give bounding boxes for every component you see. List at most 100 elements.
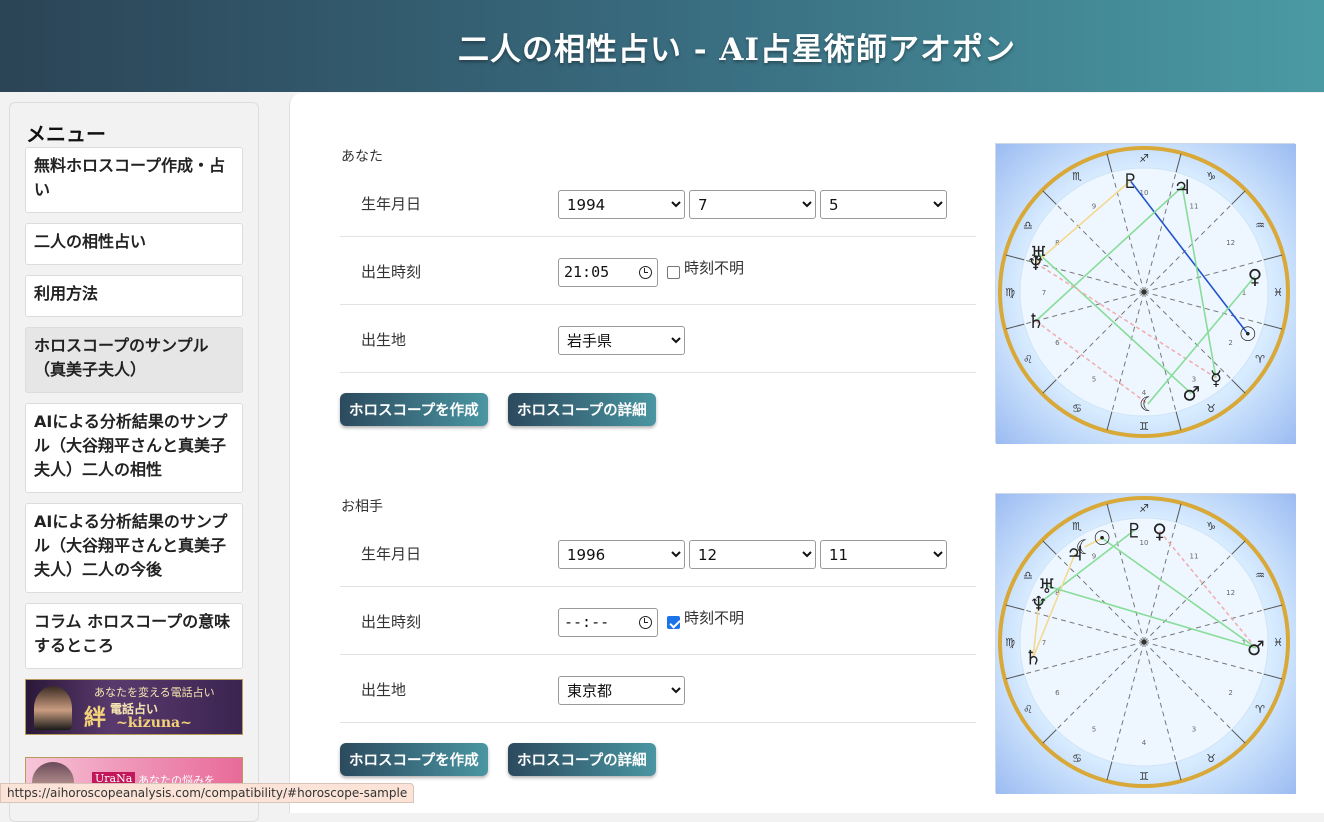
sidebar-item-free-horoscope[interactable]: 無料ホロスコープ作成・占い: [25, 147, 243, 213]
banner-tagline: あなたを変える電話占い: [94, 686, 215, 699]
house-number: 5: [1092, 376, 1096, 384]
partner-create-horoscope-button[interactable]: ホロスコープを作成: [340, 743, 488, 776]
you-time-input[interactable]: 21:05: [558, 258, 658, 287]
zodiac-sign-glyph: ♎: [1023, 569, 1033, 582]
you-heading: あなた: [341, 149, 383, 165]
zodiac-sign-glyph: ♒: [1255, 219, 1265, 232]
zodiac-sign-glyph: ♏: [1072, 170, 1082, 183]
house-number: 4: [1142, 739, 1147, 747]
you-birthplace-label: 出生地: [361, 331, 407, 349]
zodiac-sign-glyph: ♌: [1023, 703, 1033, 716]
house-number: 2: [1228, 689, 1232, 697]
divider: [340, 236, 976, 237]
partner-time-input[interactable]: --:--: [558, 608, 658, 637]
partner-month-select[interactable]: 12: [689, 540, 816, 569]
house-number: 11: [1190, 552, 1199, 560]
divider: [340, 304, 976, 305]
you-year-select[interactable]: 1994: [558, 190, 685, 219]
partner-horoscope-chart: ♐ 10 ♏ 9 ♎ 8 ♍ 7 ♌ 6 ♋ 5 ♊ 4 ♉ 3 ♈ 2 ♓ 1 ♒ 12 ♑ 11 ☉ ♇ ♀ ♃ ♅ ☾ ♆ ♄ ♂: [995, 493, 1296, 794]
planet-glyph: ♆: [1027, 251, 1045, 275]
planet-glyph: ☉: [1093, 526, 1111, 550]
zodiac-sign-glyph: ♎: [1023, 219, 1033, 232]
planet-glyph: ☉: [1239, 322, 1257, 346]
zodiac-sign-glyph: ♓: [1273, 636, 1283, 649]
page-header: 二人の相性占い - AI占星術師アオポン: [0, 0, 1324, 92]
zodiac-sign-glyph: ♍: [1005, 636, 1015, 649]
you-place-select[interactable]: 岩手県: [558, 326, 685, 355]
house-number: 5: [1092, 726, 1096, 734]
menu-title: メニュー: [26, 122, 106, 146]
partner-birthtime-label: 出生時刻: [361, 613, 422, 631]
house-number: 6: [1055, 339, 1060, 347]
chart-center: [1141, 289, 1147, 295]
house-number: 7: [1042, 289, 1046, 297]
partner-time-unknown-checkbox[interactable]: [667, 616, 680, 629]
zodiac-sign-glyph: ♐: [1139, 152, 1149, 165]
advisor-portrait-icon: [34, 686, 72, 730]
zodiac-sign-glyph: ♊: [1139, 770, 1149, 783]
house-number: 11: [1190, 202, 1199, 210]
partner-place-select[interactable]: 東京都: [558, 676, 685, 705]
zodiac-sign-glyph: ♍: [1005, 286, 1015, 299]
kizuna-ad-banner[interactable]: あなたを変える電話占い 絆 電話占い ~kizuna~: [25, 679, 243, 735]
sidebar-item-analysis-compatibility[interactable]: AIによる分析結果のサンプル（大谷翔平さんと真美子夫人）二人の相性: [25, 403, 243, 493]
divider: [340, 722, 976, 723]
zodiac-sign-glyph: ♈: [1255, 353, 1265, 366]
zodiac-sign-glyph: ♋: [1072, 752, 1082, 765]
zodiac-sign-glyph: ♉: [1206, 402, 1216, 415]
you-day-select[interactable]: 5: [820, 190, 947, 219]
chart-center: [1141, 639, 1147, 645]
house-number: 7: [1042, 639, 1046, 647]
banner-brand-kanji: 絆: [84, 705, 107, 731]
partner-birthdate-label: 生年月日: [361, 545, 422, 563]
partner-time-unknown-label: 時刻不明: [684, 609, 745, 627]
sidebar-item-column[interactable]: コラム ホロスコープの意味するところ: [25, 603, 243, 669]
planet-glyph: ♀: [1152, 519, 1167, 543]
sidebar-item-compatibility[interactable]: 二人の相性占い: [25, 223, 243, 265]
planet-glyph: ♆: [1030, 592, 1048, 616]
main-content: あなた 生年月日 1994 7 5 出生時刻 21:05 時刻不明 出生地 岩手…: [289, 93, 1324, 813]
planet-glyph: ♂: [1247, 636, 1265, 660]
sidebar-menu: メニュー 無料ホロスコープ作成・占い 二人の相性占い 利用方法 ホロスコープのサ…: [9, 102, 259, 822]
zodiac-sign-glyph: ♑: [1206, 520, 1216, 533]
planet-glyph: ♄: [1024, 646, 1042, 670]
partner-birthplace-label: 出生地: [361, 681, 407, 699]
clock-icon: [639, 616, 652, 629]
planet-glyph: ☾: [1139, 392, 1157, 416]
you-month-select[interactable]: 7: [689, 190, 816, 219]
sidebar-item-usage[interactable]: 利用方法: [25, 275, 243, 317]
link-status-bar: https://aihoroscopeanalysis.com/compatib…: [0, 783, 415, 803]
you-birthtime-label: 出生時刻: [361, 263, 422, 281]
house-number: 2: [1228, 339, 1232, 347]
zodiac-sign-glyph: ♈: [1255, 703, 1265, 716]
planet-glyph: ♇: [1121, 169, 1139, 193]
partner-year-select[interactable]: 1996: [558, 540, 685, 569]
house-number: 9: [1092, 202, 1096, 210]
planet-glyph: ♃: [1173, 175, 1191, 199]
page-title: 二人の相性占い - AI占星術師アオポン: [457, 31, 1016, 68]
you-create-horoscope-button[interactable]: ホロスコープを作成: [340, 393, 488, 426]
sidebar-item-analysis-future[interactable]: AIによる分析結果のサンプル（大谷翔平さんと真美子夫人）二人の今後: [25, 503, 243, 593]
partner-horoscope-detail-button[interactable]: ホロスコープの詳細: [508, 743, 656, 776]
divider: [340, 586, 976, 587]
partner-day-select[interactable]: 11: [820, 540, 947, 569]
planet-glyph: ☿: [1210, 366, 1222, 390]
you-birthdate-label: 生年月日: [361, 195, 422, 213]
zodiac-sign-glyph: ♋: [1072, 402, 1082, 415]
house-number: 3: [1192, 726, 1196, 734]
banner-brand-roman: ~kizuna~: [116, 715, 192, 731]
you-time-unknown-checkbox[interactable]: [667, 266, 680, 279]
zodiac-sign-glyph: ♒: [1255, 569, 1265, 582]
divider: [340, 654, 976, 655]
you-time-unknown-label: 時刻不明: [684, 259, 745, 277]
sidebar-item-horoscope-sample[interactable]: ホロスコープのサンプル（真美子夫人）: [25, 327, 243, 393]
planet-glyph: ♀: [1248, 264, 1263, 288]
partner-heading: お相手: [341, 499, 383, 515]
divider: [340, 372, 976, 373]
clock-icon: [639, 266, 652, 279]
house-number: 6: [1055, 689, 1060, 697]
zodiac-sign-glyph: ♌: [1023, 353, 1033, 366]
zodiac-sign-glyph: ♑: [1206, 170, 1216, 183]
you-horoscope-detail-button[interactable]: ホロスコープの詳細: [508, 393, 656, 426]
zodiac-sign-glyph: ♏: [1072, 520, 1082, 533]
